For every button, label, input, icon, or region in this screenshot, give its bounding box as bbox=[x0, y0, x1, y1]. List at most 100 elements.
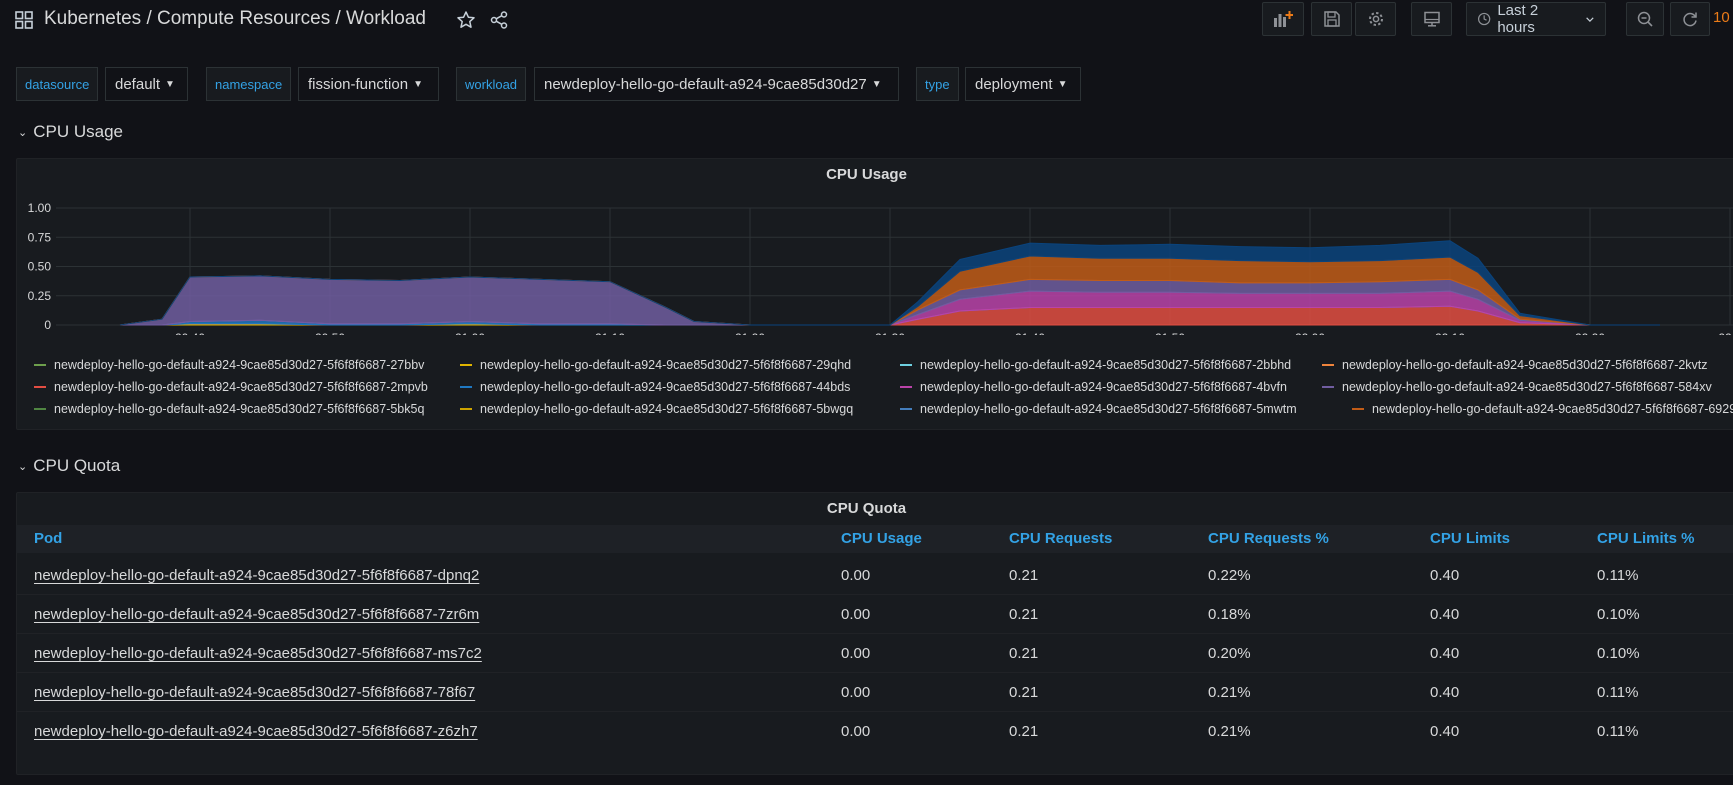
legend-label: newdeploy-hello-go-default-a924-9cae85d3… bbox=[480, 380, 851, 394]
y-tick-label: 0.25 bbox=[28, 289, 52, 303]
cpu-limits-cell: 0.40 bbox=[1430, 723, 1460, 740]
workload-variable-select[interactable]: newdeploy-hello-go-default-a924-9cae85d3… bbox=[534, 67, 899, 101]
y-tick-label: 0 bbox=[44, 318, 51, 332]
row-title-cpu-quota: CPU Quota bbox=[33, 456, 121, 475]
legend-item[interactable]: newdeploy-hello-go-default-a924-9cae85d3… bbox=[900, 380, 1287, 394]
legend-item[interactable]: newdeploy-hello-go-default-a924-9cae85d3… bbox=[34, 402, 424, 416]
datasource-variable-select[interactable]: default ▼ bbox=[105, 67, 188, 101]
legend-swatch bbox=[900, 408, 912, 410]
legend-item[interactable]: newdeploy-hello-go-default-a924-9cae85d3… bbox=[900, 402, 1297, 416]
x-tick-label: 22:10 bbox=[1435, 331, 1465, 335]
cpu-usage-panel-title[interactable]: CPU Usage bbox=[0, 166, 1733, 183]
cpu-usage-cell: 0.00 bbox=[841, 723, 871, 740]
namespace-variable-select[interactable]: fission-function ▼ bbox=[298, 67, 439, 101]
type-value: deployment bbox=[975, 75, 1053, 93]
cpu-usage-chart[interactable]: 1.00 0.75 0.50 0.25 0 20:40 20:50 21:00 21:10 21… bbox=[0, 195, 1733, 335]
legend-label: newdeploy-hello-go-default-a924-9cae85d3… bbox=[920, 380, 1287, 394]
cpu-limits-cell: 0.40 bbox=[1430, 567, 1460, 584]
legend-item[interactable]: newdeploy-hello-go-default-a924-9cae85d3… bbox=[900, 358, 1291, 372]
column-header-pod[interactable]: Pod bbox=[34, 530, 62, 547]
zoom-out-icon bbox=[1637, 11, 1653, 27]
legend-swatch bbox=[460, 408, 472, 410]
gear-icon bbox=[1368, 12, 1383, 26]
legend-swatch bbox=[34, 408, 46, 410]
x-tick-label: 21:20 bbox=[735, 331, 765, 335]
legend-label: newdeploy-hello-go-default-a924-9cae85d3… bbox=[1342, 380, 1712, 394]
column-header-cpu-limits[interactable]: CPU Limits bbox=[1430, 530, 1510, 547]
y-axis: 1.00 0.75 0.50 0.25 0 bbox=[28, 201, 52, 332]
x-axis: 20:40 20:50 21:00 21:10 21:20 21:30 21:40 21:50… bbox=[175, 331, 1733, 335]
view-mode-button[interactable] bbox=[1411, 2, 1452, 36]
x-tick-label: 20:40 bbox=[175, 331, 205, 335]
row-divider bbox=[16, 594, 1733, 595]
x-tick-label: 22:00 bbox=[1295, 331, 1325, 335]
chevron-down-icon: ⌄ bbox=[18, 126, 28, 139]
refresh-button[interactable] bbox=[1670, 2, 1710, 36]
caret-down-icon: ▼ bbox=[1057, 78, 1068, 90]
pod-link[interactable]: newdeploy-hello-go-default-a924-9cae85d3… bbox=[34, 606, 479, 623]
legend-label: newdeploy-hello-go-default-a924-9cae85d3… bbox=[920, 358, 1292, 372]
caret-down-icon: ▼ bbox=[165, 78, 175, 90]
cpu-usage-cell: 0.00 bbox=[841, 684, 871, 701]
add-panel-button[interactable] bbox=[1262, 2, 1304, 36]
x-tick-label: 21:30 bbox=[875, 331, 905, 335]
legend-swatch bbox=[1352, 408, 1364, 410]
settings-button[interactable] bbox=[1355, 2, 1396, 36]
dashboard-title[interactable]: Kubernetes / Compute Resources / Workloa… bbox=[44, 8, 426, 30]
cpu-usage-cell: 0.00 bbox=[841, 567, 871, 584]
time-range-picker[interactable]: Last 2 hours bbox=[1466, 2, 1606, 36]
column-header-cpu-requests[interactable]: CPU Requests bbox=[1009, 530, 1112, 547]
legend-item[interactable]: newdeploy-hello-go-default-a924-9cae85d3… bbox=[1352, 402, 1733, 416]
legend-swatch bbox=[900, 364, 912, 366]
legend-swatch bbox=[460, 364, 472, 366]
cpu-limits-cell: 0.40 bbox=[1430, 606, 1460, 623]
legend-item[interactable]: newdeploy-hello-go-default-a924-9cae85d3… bbox=[460, 402, 853, 416]
column-header-cpu-usage[interactable]: CPU Usage bbox=[841, 530, 922, 547]
zoom-out-button[interactable] bbox=[1626, 2, 1664, 36]
x-tick-label: 21:50 bbox=[1155, 331, 1185, 335]
legend-item[interactable]: newdeploy-hello-go-default-a924-9cae85d3… bbox=[34, 380, 428, 394]
datasource-value: default bbox=[115, 75, 161, 93]
legend-label: newdeploy-hello-go-default-a924-9cae85d3… bbox=[480, 358, 852, 372]
legend-item[interactable]: newdeploy-hello-go-default-a924-9cae85d3… bbox=[460, 358, 851, 372]
refresh-interval[interactable]: 10 bbox=[1713, 9, 1730, 26]
legend-swatch bbox=[34, 364, 46, 366]
pod-link[interactable]: newdeploy-hello-go-default-a924-9cae85d3… bbox=[34, 723, 478, 740]
cpu-limits-pct-cell: 0.10% bbox=[1597, 645, 1640, 662]
star-icon[interactable] bbox=[456, 10, 476, 30]
apps-grid-icon[interactable] bbox=[15, 11, 33, 29]
type-variable-select[interactable]: deployment ▼ bbox=[965, 67, 1081, 101]
x-tick-label: 21:00 bbox=[455, 331, 485, 335]
cpu-requests-cell: 0.21 bbox=[1009, 723, 1039, 740]
legend-item[interactable]: newdeploy-hello-go-default-a924-9cae85d3… bbox=[460, 380, 850, 394]
save-icon bbox=[1323, 11, 1340, 27]
cpu-requests-cell: 0.21 bbox=[1009, 684, 1039, 701]
share-icon[interactable] bbox=[489, 10, 509, 30]
cpu-limits-pct-cell: 0.11% bbox=[1597, 723, 1639, 740]
cpu-requests-pct-cell: 0.22% bbox=[1208, 567, 1251, 584]
column-header-cpu-limits-pct[interactable]: CPU Limits % bbox=[1597, 530, 1695, 547]
legend-label: newdeploy-hello-go-default-a924-9cae85d3… bbox=[1342, 358, 1708, 372]
legend-swatch bbox=[1322, 364, 1334, 366]
legend-item[interactable]: newdeploy-hello-go-default-a924-9cae85d3… bbox=[34, 358, 424, 372]
chevron-down-icon: ⌄ bbox=[18, 460, 28, 473]
legend-label: newdeploy-hello-go-default-a924-9cae85d3… bbox=[54, 402, 425, 416]
legend-item[interactable]: newdeploy-hello-go-default-a924-9cae85d3… bbox=[1322, 380, 1712, 394]
legend-label: newdeploy-hello-go-default-a924-9cae85d3… bbox=[54, 358, 425, 372]
cpu-limits-pct-cell: 0.11% bbox=[1597, 567, 1639, 584]
legend-swatch bbox=[460, 386, 472, 388]
cpu-quota-panel-title[interactable]: CPU Quota bbox=[0, 500, 1733, 517]
pod-link[interactable]: newdeploy-hello-go-default-a924-9cae85d3… bbox=[34, 567, 479, 584]
column-header-cpu-requests-pct[interactable]: CPU Requests % bbox=[1208, 530, 1329, 547]
save-dashboard-button[interactable] bbox=[1311, 2, 1352, 36]
row-cpu-usage[interactable]: ⌄ CPU Usage bbox=[18, 122, 123, 142]
x-tick-label: 21:10 bbox=[595, 331, 625, 335]
namespace-value: fission-function bbox=[308, 75, 409, 93]
legend-item[interactable]: newdeploy-hello-go-default-a924-9cae85d3… bbox=[1322, 358, 1708, 372]
row-divider bbox=[16, 633, 1733, 634]
monitor-icon bbox=[1423, 11, 1440, 27]
pod-link[interactable]: newdeploy-hello-go-default-a924-9cae85d3… bbox=[34, 684, 475, 701]
row-cpu-quota[interactable]: ⌄ CPU Quota bbox=[18, 456, 120, 476]
pod-link[interactable]: newdeploy-hello-go-default-a924-9cae85d3… bbox=[34, 645, 482, 662]
workload-value: newdeploy-hello-go-default-a924-9cae85d3… bbox=[544, 75, 867, 93]
